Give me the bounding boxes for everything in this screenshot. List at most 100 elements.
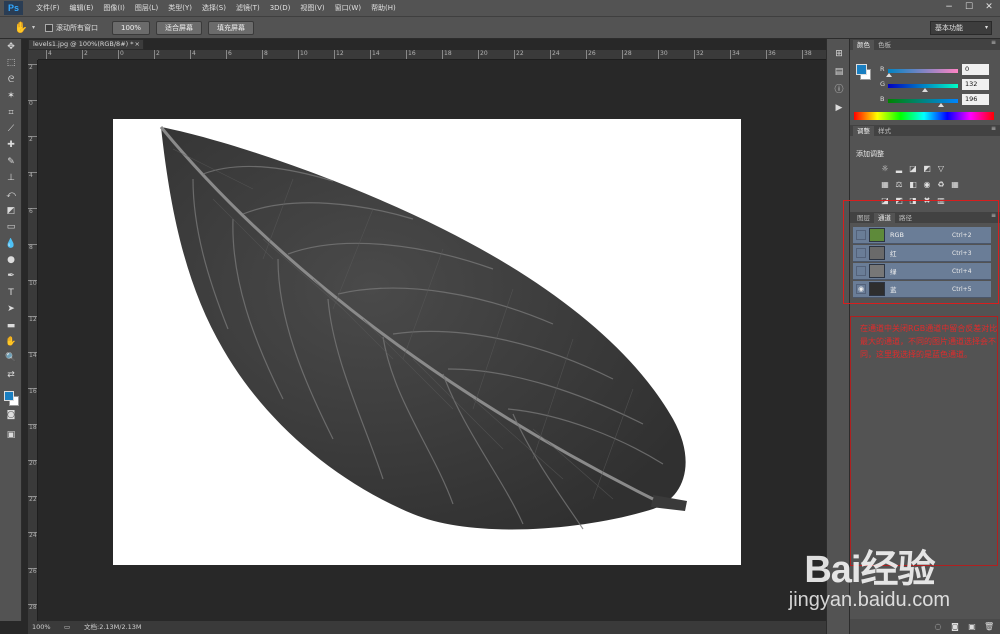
status-info-icon[interactable]: ▭ (64, 621, 84, 634)
maximize-button[interactable]: ☐ (962, 1, 976, 13)
minimize-button[interactable]: − (942, 1, 956, 13)
hue-saturation-icon[interactable]: ▦ (880, 180, 890, 190)
menu-help[interactable]: 帮助(H) (366, 3, 401, 13)
tab-styles[interactable]: 样式 (874, 126, 895, 136)
workspace-select-value: 基本功能 (935, 24, 963, 32)
status-zoom[interactable]: 100% (28, 621, 64, 634)
zoom-tool-icon[interactable]: 🔍 (0, 350, 22, 366)
color-lookup-icon[interactable]: ▦ (950, 180, 960, 190)
exposure-icon[interactable]: ◩ (922, 164, 932, 174)
channels-panel-footer: ◌ ◙ ▣ 🗑 (850, 619, 1000, 634)
menu-window[interactable]: 窗口(W) (330, 3, 366, 13)
blur-tool-icon[interactable]: 💧 (0, 236, 22, 252)
panel-menu-icon[interactable]: ≡ (991, 125, 996, 132)
menu-type[interactable]: 类型(Y) (163, 3, 197, 13)
type-tool-icon[interactable]: T (0, 285, 22, 301)
eyedropper-tool-icon[interactable]: ⟋ (0, 121, 22, 137)
zoom-100-button[interactable]: 100% (112, 20, 151, 35)
blue-slider-row: B 196 (880, 94, 998, 108)
hand-tool-icon[interactable]: ✋ (14, 21, 28, 35)
fill-screen-button[interactable]: 填充屏幕 (208, 20, 255, 35)
pen-tool-icon[interactable]: ✒ (0, 268, 22, 284)
ruler-tick-label: 10 (28, 280, 37, 287)
new-channel-icon[interactable]: ▣ (967, 622, 977, 632)
status-doc-info[interactable]: 文档:2.13M/2.13M (84, 621, 142, 634)
path-selection-tool-icon[interactable]: ➤ (0, 301, 22, 317)
tab-color[interactable]: 颜色 (853, 40, 874, 50)
photo-filter-icon[interactable]: ◉ (922, 180, 932, 190)
ruler-tick-label: 36 (766, 50, 776, 59)
levels-icon[interactable]: ▂ (894, 164, 904, 174)
load-selection-icon[interactable]: ◌ (933, 622, 943, 632)
close-button[interactable]: ✕ (982, 1, 996, 13)
green-value-input[interactable]: 132 (962, 79, 989, 90)
shape-tool-icon[interactable]: ▬ (0, 318, 22, 334)
delete-channel-icon[interactable]: 🗑 (984, 622, 994, 632)
magic-wand-tool-icon[interactable]: ✶ (0, 88, 22, 104)
canvas-area[interactable] (38, 60, 826, 621)
ruler-tick-label: 4 (46, 50, 52, 59)
menu-filter[interactable]: 滤镜(T) (231, 3, 265, 13)
color-balance-icon[interactable]: ⚖ (894, 180, 904, 190)
menu-view[interactable]: 视图(V) (295, 3, 329, 13)
red-value-input[interactable]: 0 (962, 64, 989, 75)
quick-mask-icon[interactable]: ◙ (0, 407, 22, 423)
panel-menu-icon[interactable]: ≡ (991, 39, 996, 46)
healing-brush-tool-icon[interactable]: ✚ (0, 137, 22, 153)
green-slider-knob[interactable] (922, 88, 928, 92)
ruler-tick-label: 4 (28, 172, 37, 179)
vertical-ruler[interactable]: 2 0 2 4 6 8 10 12 14 16 18 20 22 24 26 28 (28, 60, 38, 621)
hand-tool-icon[interactable]: ✋ (0, 334, 22, 350)
dodge-tool-icon[interactable]: ● (0, 252, 22, 268)
ruler-tick-label: 20 (478, 50, 488, 59)
blue-slider[interactable] (888, 99, 958, 103)
fit-screen-button[interactable]: 适合屏幕 (156, 20, 203, 35)
close-document-icon[interactable]: × (135, 40, 140, 49)
menu-edit[interactable]: 编辑(E) (65, 3, 99, 13)
workspace-select[interactable]: 基本功能 ▾ (930, 21, 992, 35)
move-tool-icon[interactable]: ✥ (0, 39, 22, 55)
red-slider[interactable] (888, 69, 958, 73)
ruler-tick-label: 16 (28, 388, 37, 395)
gradient-tool-icon[interactable]: ▭ (0, 219, 22, 235)
menu-select[interactable]: 选择(S) (197, 3, 231, 13)
vibrance-icon[interactable]: ▽ (936, 164, 946, 174)
horizontal-ruler[interactable]: 4 2 0 2 4 6 8 10 12 14 16 18 20 22 24 26 28 30 32 34 36 38 (38, 50, 826, 60)
ruler-origin[interactable] (28, 50, 38, 60)
foreground-color-swatch[interactable] (4, 391, 14, 401)
channel-mixer-icon[interactable]: ♻ (936, 180, 946, 190)
save-selection-icon[interactable]: ◙ (950, 622, 960, 632)
menu-image[interactable]: 图像(I) (98, 3, 130, 13)
marquee-tool-icon[interactable]: ⬚ (0, 55, 22, 71)
document-tab[interactable]: levels1.jpg @ 100%(RGB/8#) * × (28, 39, 144, 50)
screen-mode-icon[interactable]: ▣ (0, 427, 22, 443)
curves-icon[interactable]: ◪ (908, 164, 918, 174)
color-panel-foreground-swatch[interactable] (856, 64, 867, 75)
history-panel-icon[interactable]: ⊞ (827, 45, 851, 63)
crop-tool-icon[interactable]: ⌗ (0, 105, 22, 121)
history-brush-tool-icon[interactable]: ⤺ (0, 187, 22, 203)
scroll-all-windows-checkbox[interactable] (45, 23, 54, 32)
blue-slider-knob[interactable] (938, 103, 944, 107)
reset-colors-icon[interactable]: ⇄ (0, 367, 22, 383)
red-slider-knob[interactable] (886, 73, 892, 77)
info-panel-icon[interactable]: ⓘ (827, 81, 851, 99)
brightness-icon[interactable]: ☼ (880, 164, 890, 174)
brush-tool-icon[interactable]: ✎ (0, 154, 22, 170)
color-spectrum[interactable] (854, 112, 994, 120)
menu-3d[interactable]: 3D(D) (265, 4, 296, 12)
tool-preset-caret-icon[interactable]: ▾ (32, 24, 35, 31)
menu-file[interactable]: 文件(F) (31, 3, 65, 13)
black-white-icon[interactable]: ◧ (908, 180, 918, 190)
tab-swatches[interactable]: 色板 (874, 40, 895, 50)
ruler-tick-label: 6 (28, 208, 37, 215)
eraser-tool-icon[interactable]: ◩ (0, 203, 22, 219)
tab-adjustments[interactable]: 调整 (853, 126, 874, 136)
clone-stamp-tool-icon[interactable]: ⊥ (0, 170, 22, 186)
actions-panel-icon[interactable]: ▶ (827, 99, 851, 117)
properties-panel-icon[interactable]: ▤ (827, 63, 851, 81)
blue-value-input[interactable]: 196 (962, 94, 989, 105)
menu-layer[interactable]: 图层(L) (130, 3, 163, 13)
ruler-tick-label: 26 (586, 50, 596, 59)
lasso-tool-icon[interactable]: ᘓ (0, 72, 22, 88)
